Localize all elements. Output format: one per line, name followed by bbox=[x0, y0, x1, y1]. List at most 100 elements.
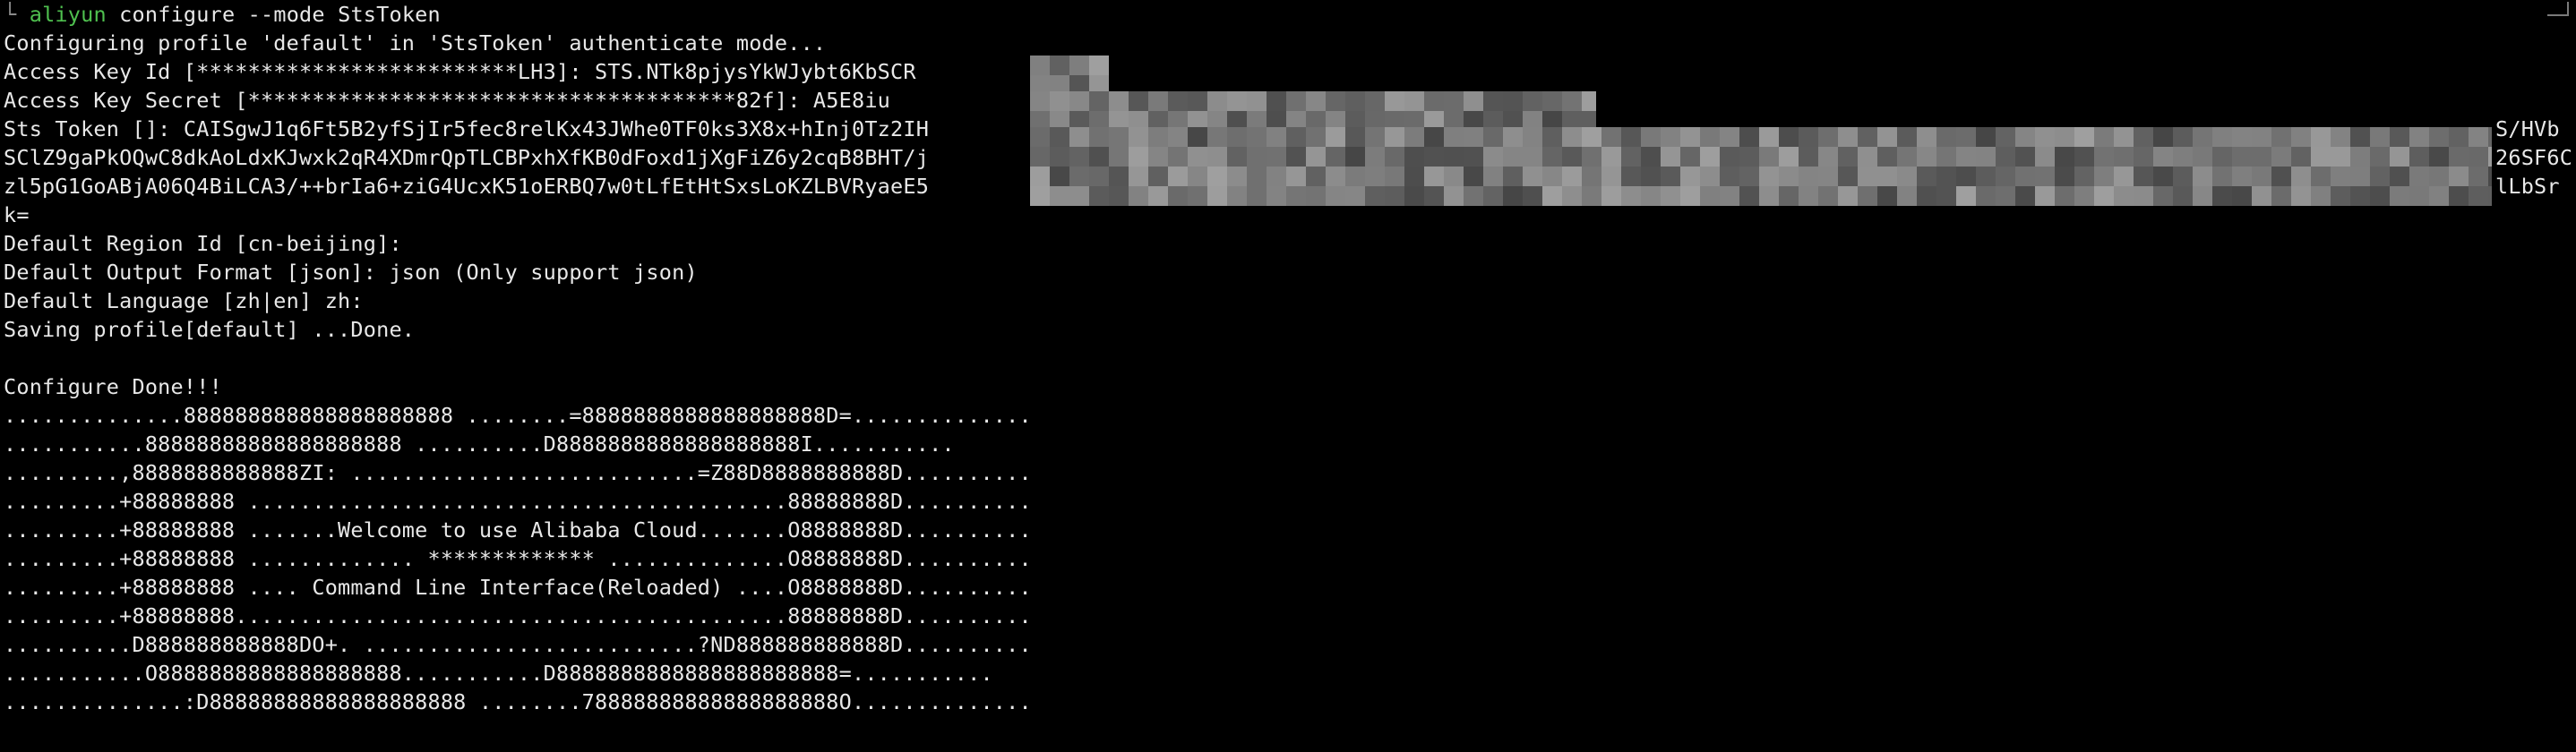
redaction-pixel bbox=[1069, 167, 1089, 186]
redaction-pixel bbox=[1345, 186, 1365, 206]
redaction-pixel bbox=[1483, 167, 1503, 186]
redaction-pixel bbox=[2015, 127, 2035, 147]
redaction-pixel bbox=[2232, 186, 2252, 206]
redaction-pixel bbox=[2291, 127, 2311, 147]
redaction-pixel bbox=[1858, 167, 1877, 186]
redaction-pixel bbox=[1365, 147, 1385, 167]
redaction-pixel bbox=[1247, 147, 1267, 167]
redaction-pixel bbox=[1030, 56, 1050, 75]
redaction-pixel bbox=[1109, 127, 1129, 147]
redaction-pixel bbox=[1168, 127, 1188, 147]
redaction-mosaic bbox=[1030, 56, 1109, 91]
ascii-logo-line: ..............888888888888888888888 ....… bbox=[4, 403, 1032, 428]
redaction-pixel bbox=[1503, 91, 1523, 111]
redaction-pixel bbox=[2055, 147, 2074, 167]
redaction-pixel bbox=[1089, 75, 1109, 91]
redaction-pixel bbox=[1247, 111, 1267, 127]
redaction-pixel bbox=[1050, 111, 1069, 127]
ascii-logo-line: .........+88888888 .... Command Line Int… bbox=[4, 575, 1032, 600]
redaction-pixel bbox=[1267, 127, 1286, 147]
redaction-pixel bbox=[1404, 167, 1424, 186]
redaction-pixel bbox=[1168, 147, 1188, 167]
redaction-pixel bbox=[1799, 147, 1818, 167]
redaction-pixel bbox=[2035, 167, 2055, 186]
redaction-pixel bbox=[1582, 167, 1601, 186]
redaction-pixel bbox=[1562, 147, 1582, 167]
redaction-pixel bbox=[1267, 167, 1286, 186]
redaction-pixel bbox=[2449, 127, 2469, 147]
redaction-pixel bbox=[1444, 111, 1464, 127]
redaction-pixel bbox=[1385, 127, 1404, 147]
redaction-pixel bbox=[1523, 127, 1542, 147]
redaction-pixel bbox=[2173, 167, 2193, 186]
redaction-pixel bbox=[1976, 127, 1996, 147]
output-line: Access Key Id [*************************… bbox=[4, 59, 916, 84]
redaction-pixel bbox=[1345, 111, 1365, 127]
redaction-pixel bbox=[2193, 167, 2212, 186]
prompt-corner-icon: └ bbox=[4, 2, 17, 27]
redaction-pixel bbox=[2153, 186, 2173, 206]
redaction-pixel bbox=[1129, 147, 1148, 167]
redaction-pixel bbox=[1424, 147, 1444, 167]
redaction-pixel bbox=[1207, 127, 1227, 147]
redaction-pixel bbox=[1562, 186, 1582, 206]
output-line: Saving profile[default] ...Done. bbox=[4, 317, 416, 342]
redaction-pixel bbox=[1700, 127, 1720, 147]
output-line: Configuring profile 'default' in 'StsTok… bbox=[4, 30, 827, 56]
redaction-pixel bbox=[1542, 186, 1562, 206]
redaction-pixel bbox=[1641, 167, 1661, 186]
redaction-pixel bbox=[1168, 167, 1188, 186]
redaction-pixel bbox=[2488, 167, 2492, 186]
redaction-pixel bbox=[2074, 167, 2094, 186]
redaction-pixel bbox=[1641, 147, 1661, 167]
redaction-pixel bbox=[1562, 127, 1582, 147]
redaction-pixel bbox=[1345, 127, 1365, 147]
redaction-pixel bbox=[2311, 127, 2331, 147]
redaction-pixel bbox=[1069, 56, 1089, 75]
redaction-pixel bbox=[1799, 186, 1818, 206]
redaction-pixel bbox=[1404, 186, 1424, 206]
redaction-pixel bbox=[1286, 186, 1306, 206]
redaction-pixel bbox=[1365, 111, 1385, 127]
redaction-pixel bbox=[1483, 111, 1503, 127]
redaction-pixel bbox=[1976, 147, 1996, 167]
redaction-pixel bbox=[1759, 167, 1779, 186]
redaction-pixel bbox=[2134, 127, 2153, 147]
redaction-pixel bbox=[2469, 127, 2488, 147]
redaction-pixel bbox=[1148, 167, 1168, 186]
redaction-pixel bbox=[1562, 91, 1582, 111]
redaction-pixel bbox=[1720, 167, 1739, 186]
redaction-pixel bbox=[1956, 147, 1976, 167]
redaction-pixel bbox=[1227, 147, 1247, 167]
redaction-pixel bbox=[1877, 167, 1897, 186]
redaction-pixel bbox=[1306, 167, 1326, 186]
redaction-pixel bbox=[1247, 127, 1267, 147]
redaction-pixel bbox=[1365, 167, 1385, 186]
ascii-logo-line: ..........D888888888888DO+. ............… bbox=[4, 632, 1032, 657]
redaction-pixel bbox=[1996, 147, 2015, 167]
redaction-pixel bbox=[1050, 75, 1069, 91]
redaction-pixel bbox=[1247, 167, 1267, 186]
redaction-pixel bbox=[1917, 147, 1936, 167]
redaction-pixel bbox=[1503, 167, 1523, 186]
redaction-pixel bbox=[1148, 147, 1168, 167]
redaction-pixel bbox=[1385, 186, 1404, 206]
redaction-pixel bbox=[1069, 91, 1089, 111]
redaction-pixel bbox=[1739, 147, 1759, 167]
redaction-pixel bbox=[1680, 186, 1700, 206]
redaction-pixel bbox=[1917, 186, 1936, 206]
terminal-window[interactable]: └ aliyun configure --mode StsToken Confi… bbox=[0, 0, 2576, 752]
redaction-pixel bbox=[1956, 186, 1976, 206]
redaction-pixel bbox=[1365, 127, 1385, 147]
redaction-pixel bbox=[1601, 147, 1621, 167]
redaction-pixel bbox=[2055, 186, 2074, 206]
redaction-pixel bbox=[1306, 91, 1326, 111]
redaction-pixel bbox=[1109, 186, 1129, 206]
redaction-pixel bbox=[2350, 167, 2370, 186]
redaction-pixel bbox=[2469, 186, 2488, 206]
redaction-pixel bbox=[1838, 127, 1858, 147]
redaction-pixel bbox=[2390, 186, 2409, 206]
redaction-pixel bbox=[1267, 111, 1286, 127]
redaction-pixel bbox=[1030, 147, 1050, 167]
redaction-pixel bbox=[2035, 147, 2055, 167]
